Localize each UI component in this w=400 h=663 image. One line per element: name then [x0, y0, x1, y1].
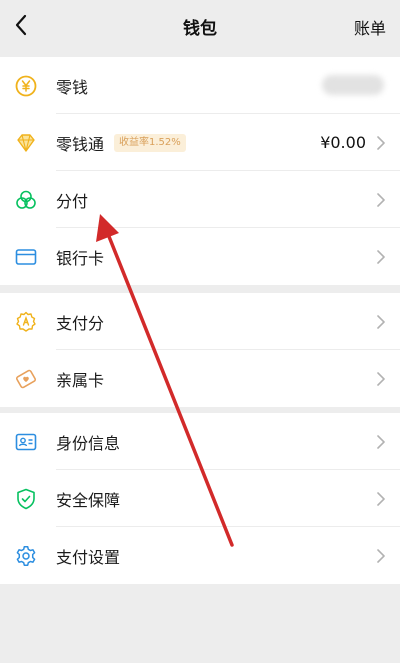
row-change[interactable]: 零钱 [0, 57, 400, 114]
row-pay-score[interactable]: 支付分 [0, 293, 400, 350]
row-change-label: 零钱 [56, 77, 89, 97]
coin-yuan-icon [15, 75, 37, 96]
row-installment[interactable]: 分付 [0, 171, 400, 228]
chevron-right-icon [377, 372, 385, 386]
yield-badge: 收益率1.52% [114, 133, 186, 152]
wallet-group-balance: 零钱 零钱通 收益率1.52% ¥0.00 分付 银行卡 [0, 57, 400, 285]
chevron-right-icon [377, 492, 385, 506]
family-card-icon [16, 369, 36, 388]
row-wealth[interactable]: 零钱通 收益率1.52% ¥0.00 [0, 114, 400, 171]
row-wealth-label: 零钱通 [56, 134, 105, 154]
shield-icon [17, 488, 35, 509]
row-bank-card-label: 银行卡 [56, 248, 105, 268]
row-bank-card[interactable]: 银行卡 [0, 228, 400, 285]
page-title: 钱包 [183, 19, 217, 39]
row-pay-settings-label: 支付设置 [56, 547, 121, 567]
bill-button[interactable]: 账单 [354, 15, 386, 39]
chevron-right-icon [377, 250, 385, 264]
chevron-right-icon [377, 136, 385, 150]
pay-score-icon [16, 311, 36, 332]
row-security-label: 安全保障 [56, 490, 121, 510]
chevron-right-icon [377, 435, 385, 449]
row-family-card[interactable]: 亲属卡 [0, 350, 400, 407]
row-pay-score-label: 支付分 [56, 313, 105, 333]
id-card-icon [15, 433, 37, 450]
chevron-right-icon [377, 315, 385, 329]
diamond-icon [17, 133, 35, 152]
balance-obscured [322, 75, 384, 95]
installment-icon [16, 190, 36, 209]
chevron-right-icon [377, 193, 385, 207]
row-installment-label: 分付 [56, 191, 89, 211]
wallet-group-credit: 支付分 亲属卡 [0, 293, 400, 407]
row-family-card-label: 亲属卡 [56, 370, 105, 390]
row-identity-label: 身份信息 [56, 433, 121, 453]
row-identity[interactable]: 身份信息 [0, 413, 400, 470]
wealth-value: ¥0.00 [320, 133, 366, 152]
bank-card-icon [15, 248, 37, 265]
top-bar: 钱包 账单 [0, 0, 400, 52]
gear-icon [16, 545, 36, 566]
wallet-group-settings: 身份信息 安全保障 支付设置 [0, 413, 400, 584]
row-pay-settings[interactable]: 支付设置 [0, 527, 400, 584]
chevron-right-icon [377, 549, 385, 563]
row-security[interactable]: 安全保障 [0, 470, 400, 527]
